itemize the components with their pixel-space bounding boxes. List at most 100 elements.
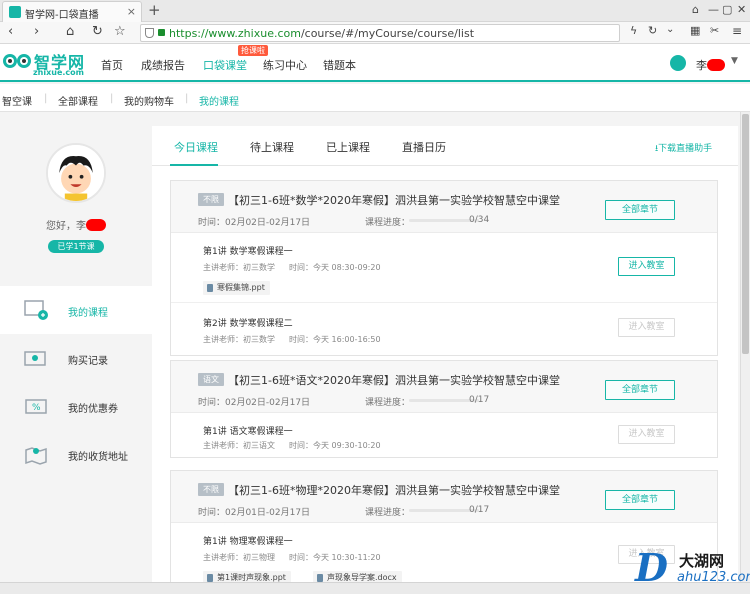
coupon-icon: % <box>25 399 47 414</box>
lesson-row: 第1讲 语文寒假课程一 主讲老师：初三语文 时间：今天 09:30-10:20 进… <box>171 413 717 457</box>
learned-count-badge: 已学1节课 <box>48 240 104 253</box>
tab-upcoming[interactable]: 待上课程 <box>250 139 294 155</box>
page-scrollbar[interactable] <box>740 112 750 582</box>
lesson-title: 第1讲 物理寒假课程一 <box>203 537 293 547</box>
course-card-header: 语文 【初三1-6班*语文*2020年寒假】泗洪县第一实验学校智慧空中课堂 时间… <box>171 361 717 413</box>
chevron-down-icon[interactable]: ⌄ <box>666 24 674 35</box>
watermark-mark: D <box>635 545 668 590</box>
subnav-all-courses[interactable]: 全部课程 <box>58 93 98 108</box>
progress-value: 0/17 <box>469 395 490 405</box>
sidebar-item-purchase-history[interactable]: 购买记录 <box>0 334 152 382</box>
sidebar-item-address[interactable]: 我的收货地址 <box>0 430 152 478</box>
site-favicon-icon <box>9 6 21 18</box>
back-icon[interactable]: ‹ <box>8 24 13 39</box>
nav-home[interactable]: 首页 <box>101 57 123 73</box>
shirt-skin-icon[interactable]: ⌂ <box>692 3 699 16</box>
nav-score-report[interactable]: 成绩报告 <box>141 57 185 73</box>
lesson-meta: 主讲老师：初三物理 时间：今天 10:30-11:20 <box>203 553 381 562</box>
hot-badge: 抢课啦 <box>238 45 268 56</box>
sidebar-item-my-courses[interactable]: 我的课程 <box>0 286 152 334</box>
user-name[interactable]: 李 <box>696 57 725 73</box>
course-tag: 不限 <box>198 483 224 496</box>
subnav-my-courses[interactable]: 我的课程 <box>199 93 239 108</box>
lightning-icon[interactable]: ϟ <box>630 24 637 37</box>
tab-bar: 智学网-口袋直播 × + ⌂ — ▢ ✕ <box>0 0 750 22</box>
divider: | <box>110 93 114 104</box>
close-icon[interactable]: × <box>127 5 136 18</box>
tab-today[interactable]: 今日课程 <box>174 139 218 155</box>
cartoon-boy-icon <box>48 145 104 201</box>
course-card: 语文 【初三1-6班*语文*2020年寒假】泗洪县第一实验学校智慧空中课堂 时间… <box>170 360 718 458</box>
enter-classroom-button[interactable]: 进入教室 <box>618 257 675 276</box>
forward-icon[interactable]: › <box>34 24 39 39</box>
watermark-url: ahu123.com <box>677 570 750 585</box>
watermark-logo: D 大湖网 ahu123.com <box>635 548 750 592</box>
shield-icon <box>145 28 154 38</box>
logo-subtext: zhixue.com <box>33 68 84 77</box>
sidebar-item-coupons[interactable]: % 我的优惠券 <box>0 382 152 430</box>
sub-navigation: 智空课 | 全部课程 | 我的购物车 | 我的课程 <box>0 84 750 112</box>
course-card: 不限 【初三1-6班*数学*2020年寒假】泗洪县第一实验学校智慧空中课堂 时间… <box>170 180 718 356</box>
refresh-icon[interactable]: ↻ <box>648 24 657 37</box>
dropdown-caret-icon[interactable]: ▼ <box>731 56 738 66</box>
sidebar-item-label: 我的收货地址 <box>68 452 128 463</box>
scrollbar-thumb[interactable] <box>742 114 749 354</box>
tab-title: 智学网-口袋直播 <box>25 10 99 21</box>
course-title[interactable]: 【初三1-6班*物理*2020年寒假】泗洪县第一实验学校智慧空中课堂 <box>228 482 560 498</box>
new-tab-icon[interactable]: + <box>148 1 161 19</box>
course-time: 时间：02月02日-02月17日 <box>198 218 311 228</box>
scissors-icon[interactable]: ✂ <box>710 24 719 37</box>
lesson-meta: 主讲老师：初三语文 时间：今天 09:30-10:20 <box>203 441 381 450</box>
tab-live-calendar[interactable]: 直播日历 <box>402 139 446 155</box>
progress-label: 课程进度： <box>365 218 411 228</box>
redaction-mark <box>707 59 725 71</box>
sidebar-item-label: 我的优惠券 <box>68 404 118 415</box>
download-assistant-link[interactable]: ⭳下载直播助手 <box>655 141 712 157</box>
apps-grid-icon[interactable]: ▦ <box>690 24 700 37</box>
nav-wrong-questions[interactable]: 错题本 <box>323 57 356 73</box>
nav-practice[interactable]: 练习中心 <box>263 57 307 73</box>
all-chapters-button[interactable]: 全部章节 <box>605 490 675 510</box>
owl-logo-icon <box>3 54 31 68</box>
sidebar-item-label: 我的课程 <box>68 308 108 319</box>
course-title[interactable]: 【初三1-6班*语文*2020年寒假】泗洪县第一实验学校智慧空中课堂 <box>228 372 560 388</box>
all-chapters-button[interactable]: 全部章节 <box>605 380 675 400</box>
course-time: 时间：02月02日-02月17日 <box>198 398 311 408</box>
enter-classroom-button[interactable]: 进入教室 <box>618 425 675 444</box>
divider: | <box>185 93 189 104</box>
active-tab-indicator <box>170 164 218 166</box>
avatar[interactable] <box>670 55 686 71</box>
home-icon[interactable]: ⌂ <box>66 24 74 39</box>
url-path: /course/#/myCourse/course/list <box>300 27 475 40</box>
url-bar[interactable]: https://www.zhixue.com/course/#/myCourse… <box>140 24 620 42</box>
course-card-header: 不限 【初三1-6班*数学*2020年寒假】泗洪县第一实验学校智慧空中课堂 时间… <box>171 181 717 233</box>
progress-value: 0/34 <box>469 215 490 225</box>
restore-icon[interactable]: ▢ <box>722 3 732 16</box>
sidebar-item-label: 购买记录 <box>68 356 108 367</box>
enter-classroom-button[interactable]: 进入教室 <box>618 318 675 337</box>
tab-finished[interactable]: 已上课程 <box>326 139 370 155</box>
star-icon[interactable]: ☆ <box>114 24 126 39</box>
course-title[interactable]: 【初三1-6班*数学*2020年寒假】泗洪县第一实验学校智慧空中课堂 <box>228 192 560 208</box>
greeting-text: 您好，李 <box>46 217 106 232</box>
lesson-title: 第1讲 语文寒假课程一 <box>203 427 293 437</box>
file-attachment[interactable]: 寒假集锦.ppt <box>203 281 270 295</box>
lesson-meta: 主讲老师：初三数学 时间：今天 16:00-16:50 <box>203 335 381 344</box>
subnav-cart[interactable]: 我的购物车 <box>124 93 174 108</box>
progress-value: 0/17 <box>469 505 490 515</box>
lock-icon <box>158 29 165 36</box>
nav-pocket-class[interactable]: 口袋课堂 <box>203 57 247 73</box>
menu-icon[interactable]: ≡ <box>732 24 742 38</box>
browser-tab[interactable]: 智学网-口袋直播 × <box>2 1 142 22</box>
sidebar: 您好，李 已学1节课 我的课程 购买记录 % 我的优惠券 我的收货地址 <box>0 126 152 594</box>
user-avatar <box>46 143 106 203</box>
subnav-smart-class[interactable]: 智空课 <box>2 93 32 108</box>
svg-text:%: % <box>32 403 41 413</box>
progress-label: 课程进度： <box>365 398 411 408</box>
reload-icon[interactable]: ↻ <box>92 24 103 39</box>
minimize-icon[interactable]: — <box>708 3 719 16</box>
divider: | <box>44 93 48 104</box>
close-window-icon[interactable]: ✕ <box>737 3 746 16</box>
lesson-meta: 主讲老师：初三数学 时间：今天 08:30-09:20 <box>203 263 381 272</box>
all-chapters-button[interactable]: 全部章节 <box>605 200 675 220</box>
